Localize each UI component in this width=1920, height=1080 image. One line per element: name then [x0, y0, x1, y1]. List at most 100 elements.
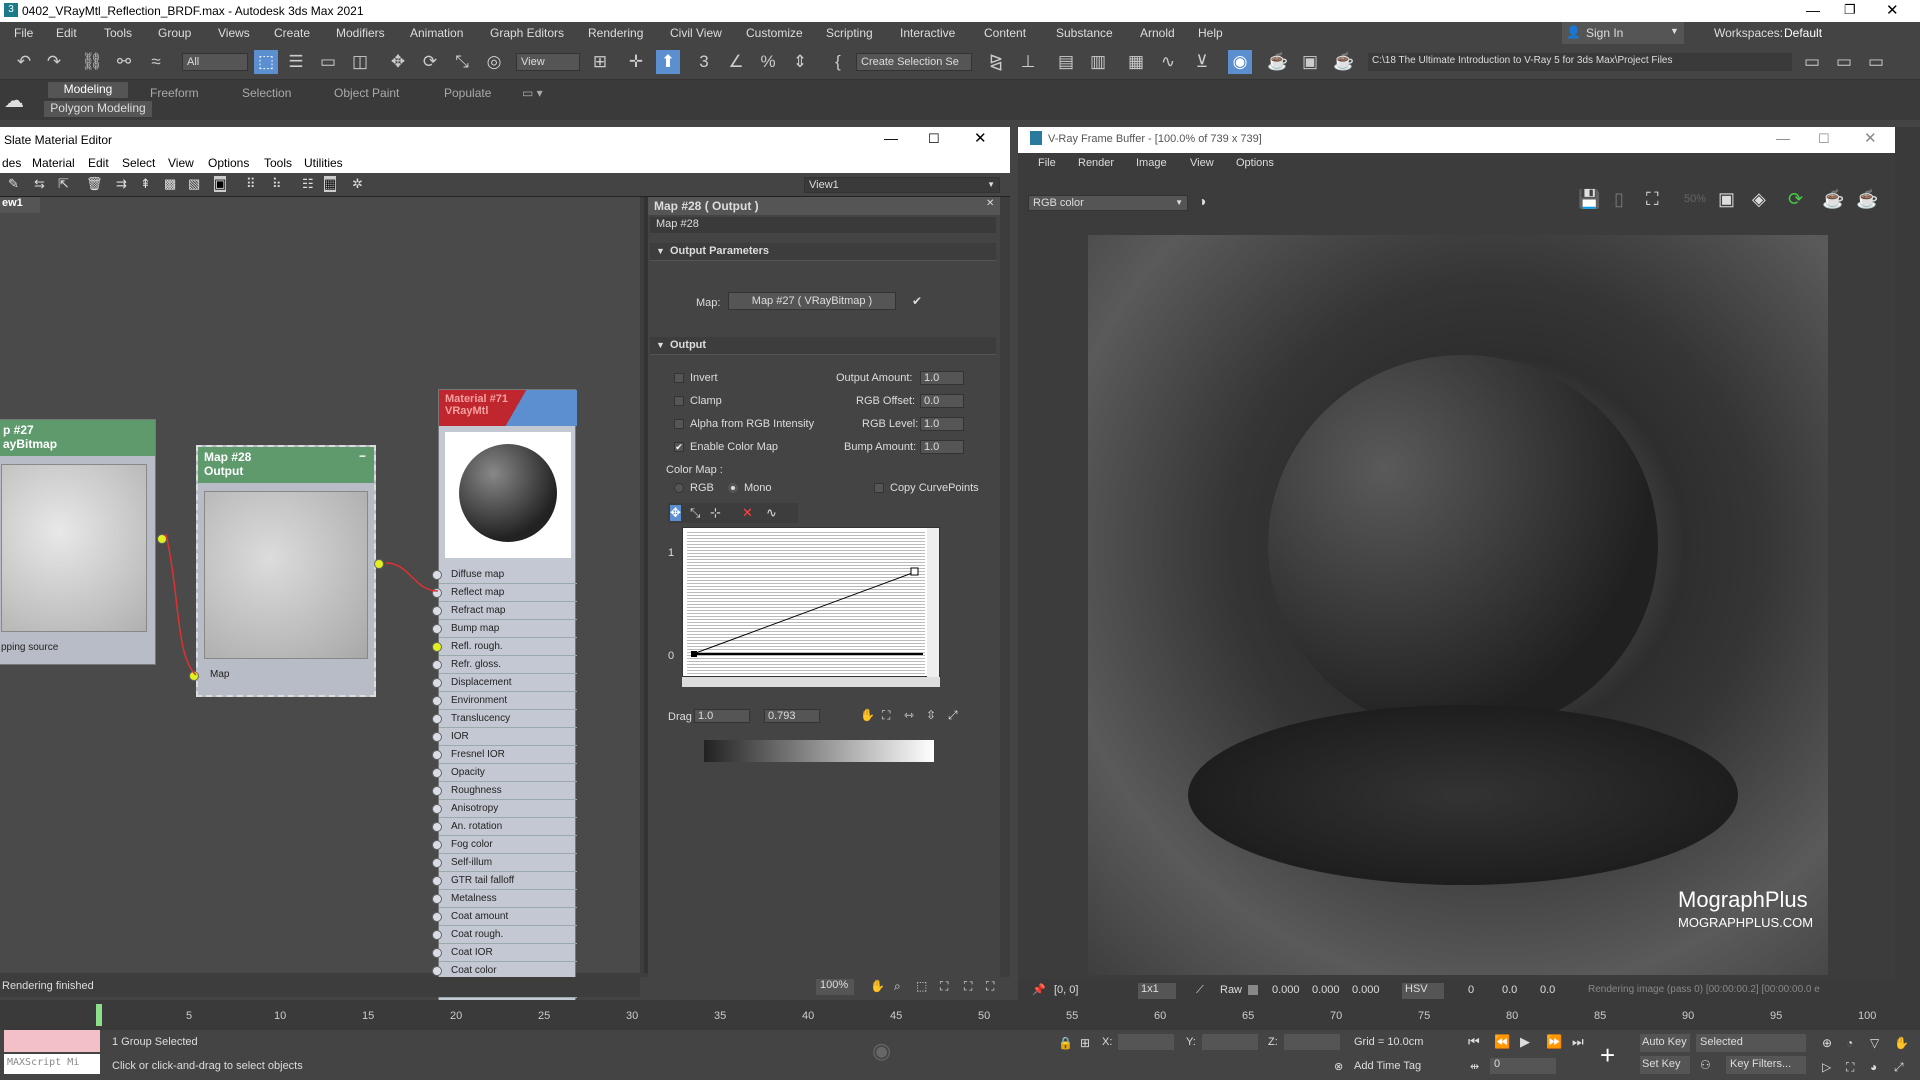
rollout-output[interactable]: ▼ Output: [650, 337, 996, 355]
node-view-canvas[interactable]: ew1 p #27 ayBitmap pping source Map #28 …: [0, 197, 640, 1041]
input-socket-icon[interactable]: [432, 804, 442, 814]
color-picker-icon[interactable]: ◑: [1198, 193, 1206, 209]
sme-menu-material[interactable]: Material: [32, 156, 75, 170]
play-icon[interactable]: ▶: [1520, 1034, 1530, 1050]
input-socket-icon[interactable]: [432, 570, 442, 580]
show-map-icon[interactable]: ▩: [164, 176, 176, 192]
placement-icon[interactable]: ◎: [482, 50, 506, 74]
input-socket-icon[interactable]: [432, 624, 442, 634]
color-mode-dropdown[interactable]: HSV: [1402, 983, 1444, 999]
curve-vscroll[interactable]: [927, 528, 939, 678]
scale-point-icon[interactable]: ⤡: [690, 505, 700, 521]
menu-create[interactable]: Create: [274, 26, 310, 40]
insert-point-icon[interactable]: ⊹: [710, 505, 721, 521]
layout-all-icon[interactable]: ⠿: [246, 176, 256, 192]
sme-menu-tools[interactable]: Tools: [264, 156, 292, 170]
unlink-icon[interactable]: ⚯: [112, 50, 136, 74]
render-icon[interactable]: ☕: [1822, 189, 1844, 210]
delete-point-icon[interactable]: ✕: [742, 505, 753, 521]
sme-menu-modes[interactable]: des: [2, 156, 21, 170]
rgb-radio[interactable]: [674, 483, 684, 493]
input-socket-icon[interactable]: [432, 660, 442, 670]
sme-menu-options[interactable]: Options: [208, 156, 249, 170]
input-socket-icon[interactable]: [432, 750, 442, 760]
output-socket-icon[interactable]: [374, 559, 384, 569]
create-selection-set-dropdown[interactable]: Create Selection Se: [856, 53, 972, 71]
input-socket-icon[interactable]: [432, 606, 442, 616]
minimize-icon[interactable]: —: [1806, 2, 1820, 18]
x-field[interactable]: [1118, 1034, 1174, 1050]
layout-children-icon[interactable]: ⠷: [272, 176, 282, 192]
ribbon-toggle-icon[interactable]: ☁: [4, 88, 24, 113]
rgb-level-spinner[interactable]: 1.0: [920, 417, 964, 431]
input-socket-icon[interactable]: [432, 912, 442, 922]
input-socket-icon[interactable]: [432, 858, 442, 868]
keyboard-shortcut-override-icon[interactable]: ⬆: [656, 50, 680, 74]
clamp-checkbox[interactable]: [674, 396, 684, 406]
region-render-icon[interactable]: ⛶: [1646, 189, 1659, 210]
zoom-extents-icon[interactable]: ⛶: [940, 979, 948, 994]
node-vraybitmap[interactable]: p #27 ayBitmap pping source: [0, 419, 167, 665]
pan-icon[interactable]: ✋: [860, 708, 875, 722]
mono-radio[interactable]: [728, 483, 738, 493]
input-socket-icon[interactable]: [432, 588, 442, 598]
listener-pink[interactable]: [4, 1030, 100, 1052]
lock-icon[interactable]: 🔒: [1058, 1036, 1073, 1050]
param-close-icon[interactable]: ✕: [986, 198, 994, 209]
input-socket-icon[interactable]: [432, 966, 442, 976]
material-slot[interactable]: Bump map: [432, 620, 577, 638]
stop-render-icon[interactable]: ☕: [1856, 189, 1878, 210]
toggle-ribbon-icon[interactable]: ▦: [1124, 50, 1148, 74]
spinner-snap-icon[interactable]: ⇕: [788, 50, 812, 74]
ribbon-options-icon[interactable]: ▭ ▾: [522, 86, 543, 102]
node-material[interactable]: Material #71 VRayMtl Diffuse map Reflect …: [432, 389, 577, 1041]
material-slot[interactable]: Refl. rough.: [432, 638, 577, 656]
track-mouse-icon[interactable]: ▣: [1718, 189, 1735, 210]
tab-object-paint[interactable]: Object Paint: [334, 86, 399, 102]
schematic-view-icon[interactable]: ⊻: [1190, 50, 1214, 74]
prev-frame-icon[interactable]: ⏪: [1494, 1034, 1510, 1050]
set-key-button[interactable]: Set Key: [1640, 1056, 1690, 1074]
fov-icon[interactable]: ▽: [1870, 1036, 1879, 1050]
put-to-scene-icon[interactable]: ⇆: [34, 176, 45, 192]
node-output-header[interactable]: Map #28 Output −: [198, 447, 374, 483]
sme-close-icon[interactable]: ✕: [974, 129, 987, 147]
sme-menu-select[interactable]: Select: [122, 156, 155, 170]
select-manipulate-icon[interactable]: ✛: [624, 50, 648, 74]
vfb-maximize-icon[interactable]: ☐: [1818, 131, 1830, 147]
snaps-toggle-icon[interactable]: 3: [692, 50, 716, 74]
zoom-viewport-icon[interactable]: ⊕: [1822, 1036, 1832, 1050]
mirror-icon[interactable]: ⧎: [984, 50, 1008, 74]
pin-icon[interactable]: 📌: [1032, 983, 1046, 996]
tab-selection[interactable]: Selection: [242, 86, 291, 102]
view-selector-dropdown[interactable]: View1 ▼: [804, 177, 1000, 193]
scene-explorer-icon[interactable]: ▤: [1054, 50, 1078, 74]
redo-icon[interactable]: ↷: [42, 50, 66, 74]
layer-explorer-icon[interactable]: ▥: [1086, 50, 1110, 74]
menu-file[interactable]: File: [14, 26, 33, 40]
auto-key-button[interactable]: Auto Key: [1640, 1034, 1690, 1052]
named-selection-icon[interactable]: {: [826, 50, 850, 74]
enable-color-map-checkbox[interactable]: ✔: [674, 442, 684, 452]
material-slot[interactable]: Fog color: [432, 836, 577, 854]
vfb-menu-options[interactable]: Options: [1236, 157, 1274, 169]
move-children-icon[interactable]: ⇉: [116, 176, 127, 192]
render-production-icon[interactable]: ☕: [1332, 50, 1356, 74]
menu-rendering[interactable]: Rendering: [588, 26, 643, 40]
set-key-plus-icon[interactable]: +: [1600, 1040, 1615, 1071]
material-slot[interactable]: An. rotation: [432, 818, 577, 836]
background-checker-icon[interactable]: ▣: [214, 176, 227, 192]
next-frame-icon[interactable]: ⏩: [1546, 1034, 1562, 1050]
menu-interactive[interactable]: Interactive: [900, 26, 955, 40]
input-socket-icon[interactable]: [432, 696, 442, 706]
sme-minimize-icon[interactable]: —: [884, 130, 898, 146]
node-material-header[interactable]: Material #71 VRayMtl: [439, 390, 577, 426]
select-by-material-icon[interactable]: ✲: [352, 176, 363, 192]
select-object-icon[interactable]: ⬚: [254, 50, 278, 74]
material-slot[interactable]: Displacement: [432, 674, 577, 692]
curve-editor-icon[interactable]: ∿: [1156, 50, 1180, 74]
material-slot[interactable]: Diffuse map: [432, 566, 577, 584]
orbit-subobject-icon[interactable]: ◕: [1870, 1060, 1877, 1074]
project-path-field[interactable]: C:\18 The Ultimate Introduction to V-Ray…: [1368, 53, 1792, 71]
material-slot[interactable]: Metalness: [432, 890, 577, 908]
